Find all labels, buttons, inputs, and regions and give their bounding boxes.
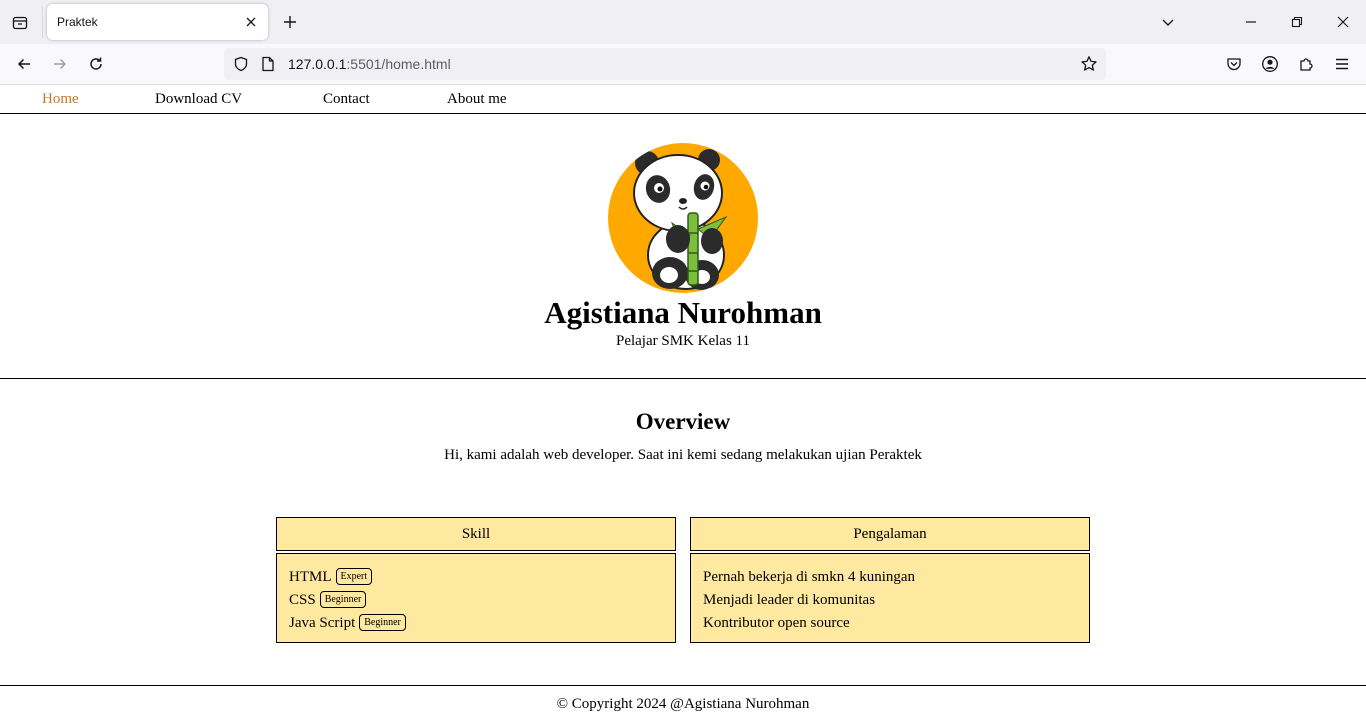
browser-tab[interactable]: Praktek xyxy=(47,4,268,40)
list-all-tabs-icon[interactable] xyxy=(9,12,31,34)
tab-separator xyxy=(42,6,43,38)
account-icon[interactable] xyxy=(1259,53,1281,75)
skill-level-badge: Beginner xyxy=(319,591,367,608)
experience-card-header: Pengalaman xyxy=(690,517,1090,551)
back-arrow-icon[interactable] xyxy=(13,53,35,75)
browser-toolbar: 127.0.0.1:5501/home.html xyxy=(0,44,1366,85)
url-text[interactable]: 127.0.0.1:5501/home.html xyxy=(288,56,451,72)
nav-link-home[interactable]: Home xyxy=(42,91,79,108)
skill-name: HTML xyxy=(289,568,332,585)
tab-title: Praktek xyxy=(57,15,98,29)
avatar xyxy=(608,143,758,293)
skill-name: CSS xyxy=(289,591,316,608)
skill-item: HTML Expert xyxy=(289,565,663,588)
url-host: 127.0.0.1 xyxy=(288,56,347,72)
browser-tab-bar: Praktek xyxy=(0,0,1366,44)
skill-card-header: Skill xyxy=(276,517,676,551)
forward-arrow-icon[interactable] xyxy=(49,53,71,75)
bookmark-star-icon[interactable] xyxy=(1078,53,1100,75)
footer-copyright: © Copyright 2024 @Agistiana Nurohman xyxy=(556,696,810,712)
new-tab-icon[interactable] xyxy=(280,12,300,32)
overview-text: Hi, kami adalah web developer. Saat ini … xyxy=(444,447,922,463)
chevron-down-icon[interactable] xyxy=(1157,11,1179,33)
divider xyxy=(0,378,1366,379)
nav-link-contact[interactable]: Contact xyxy=(323,91,370,108)
web-page: Home Download CV Contact About me Agisti… xyxy=(0,85,1366,720)
experience-item: Menjadi leader di komunitas xyxy=(703,591,876,608)
site-nav: Home Download CV Contact About me xyxy=(0,85,1366,114)
nav-link-download-cv[interactable]: Download CV xyxy=(155,91,242,108)
skill-item: CSS Beginner xyxy=(289,588,663,611)
profile-subtitle: Pelajar SMK Kelas 11 xyxy=(615,333,750,349)
page-icon[interactable] xyxy=(257,53,279,75)
skill-item: Java Script Beginner xyxy=(289,611,663,634)
skill-card-body: HTML Expert CSS Beginner Java Script Beg… xyxy=(276,553,676,643)
shield-icon[interactable] xyxy=(230,53,252,75)
experience-item: Kontributor open source xyxy=(703,614,850,631)
url-path: :5501/home.html xyxy=(346,56,451,72)
close-window-icon[interactable] xyxy=(1332,11,1354,33)
close-tab-icon[interactable] xyxy=(242,13,260,31)
nav-link-about-me[interactable]: About me xyxy=(447,91,507,108)
menu-hamburger-icon[interactable] xyxy=(1331,53,1353,75)
experience-item: Pernah bekerja di smkn 4 kuningan xyxy=(703,568,916,585)
restore-icon[interactable] xyxy=(1286,11,1308,33)
experience-card-body: Pernah bekerja di smkn 4 kuningan Menjad… xyxy=(690,553,1090,643)
skill-level-badge: Expert xyxy=(335,568,373,585)
extensions-puzzle-icon[interactable] xyxy=(1295,53,1317,75)
panda-icon xyxy=(633,149,728,290)
reload-icon[interactable] xyxy=(85,53,107,75)
pocket-icon[interactable] xyxy=(1223,53,1245,75)
profile-name: Agistiana Nurohman xyxy=(544,295,822,330)
skill-name: Java Script xyxy=(289,614,356,631)
skill-level-badge: Beginner xyxy=(359,614,406,631)
minimize-icon[interactable] xyxy=(1240,11,1262,33)
overview-title: Overview xyxy=(635,409,731,434)
address-bar[interactable]: 127.0.0.1:5501/home.html xyxy=(224,48,1106,80)
footer-divider xyxy=(0,685,1366,686)
